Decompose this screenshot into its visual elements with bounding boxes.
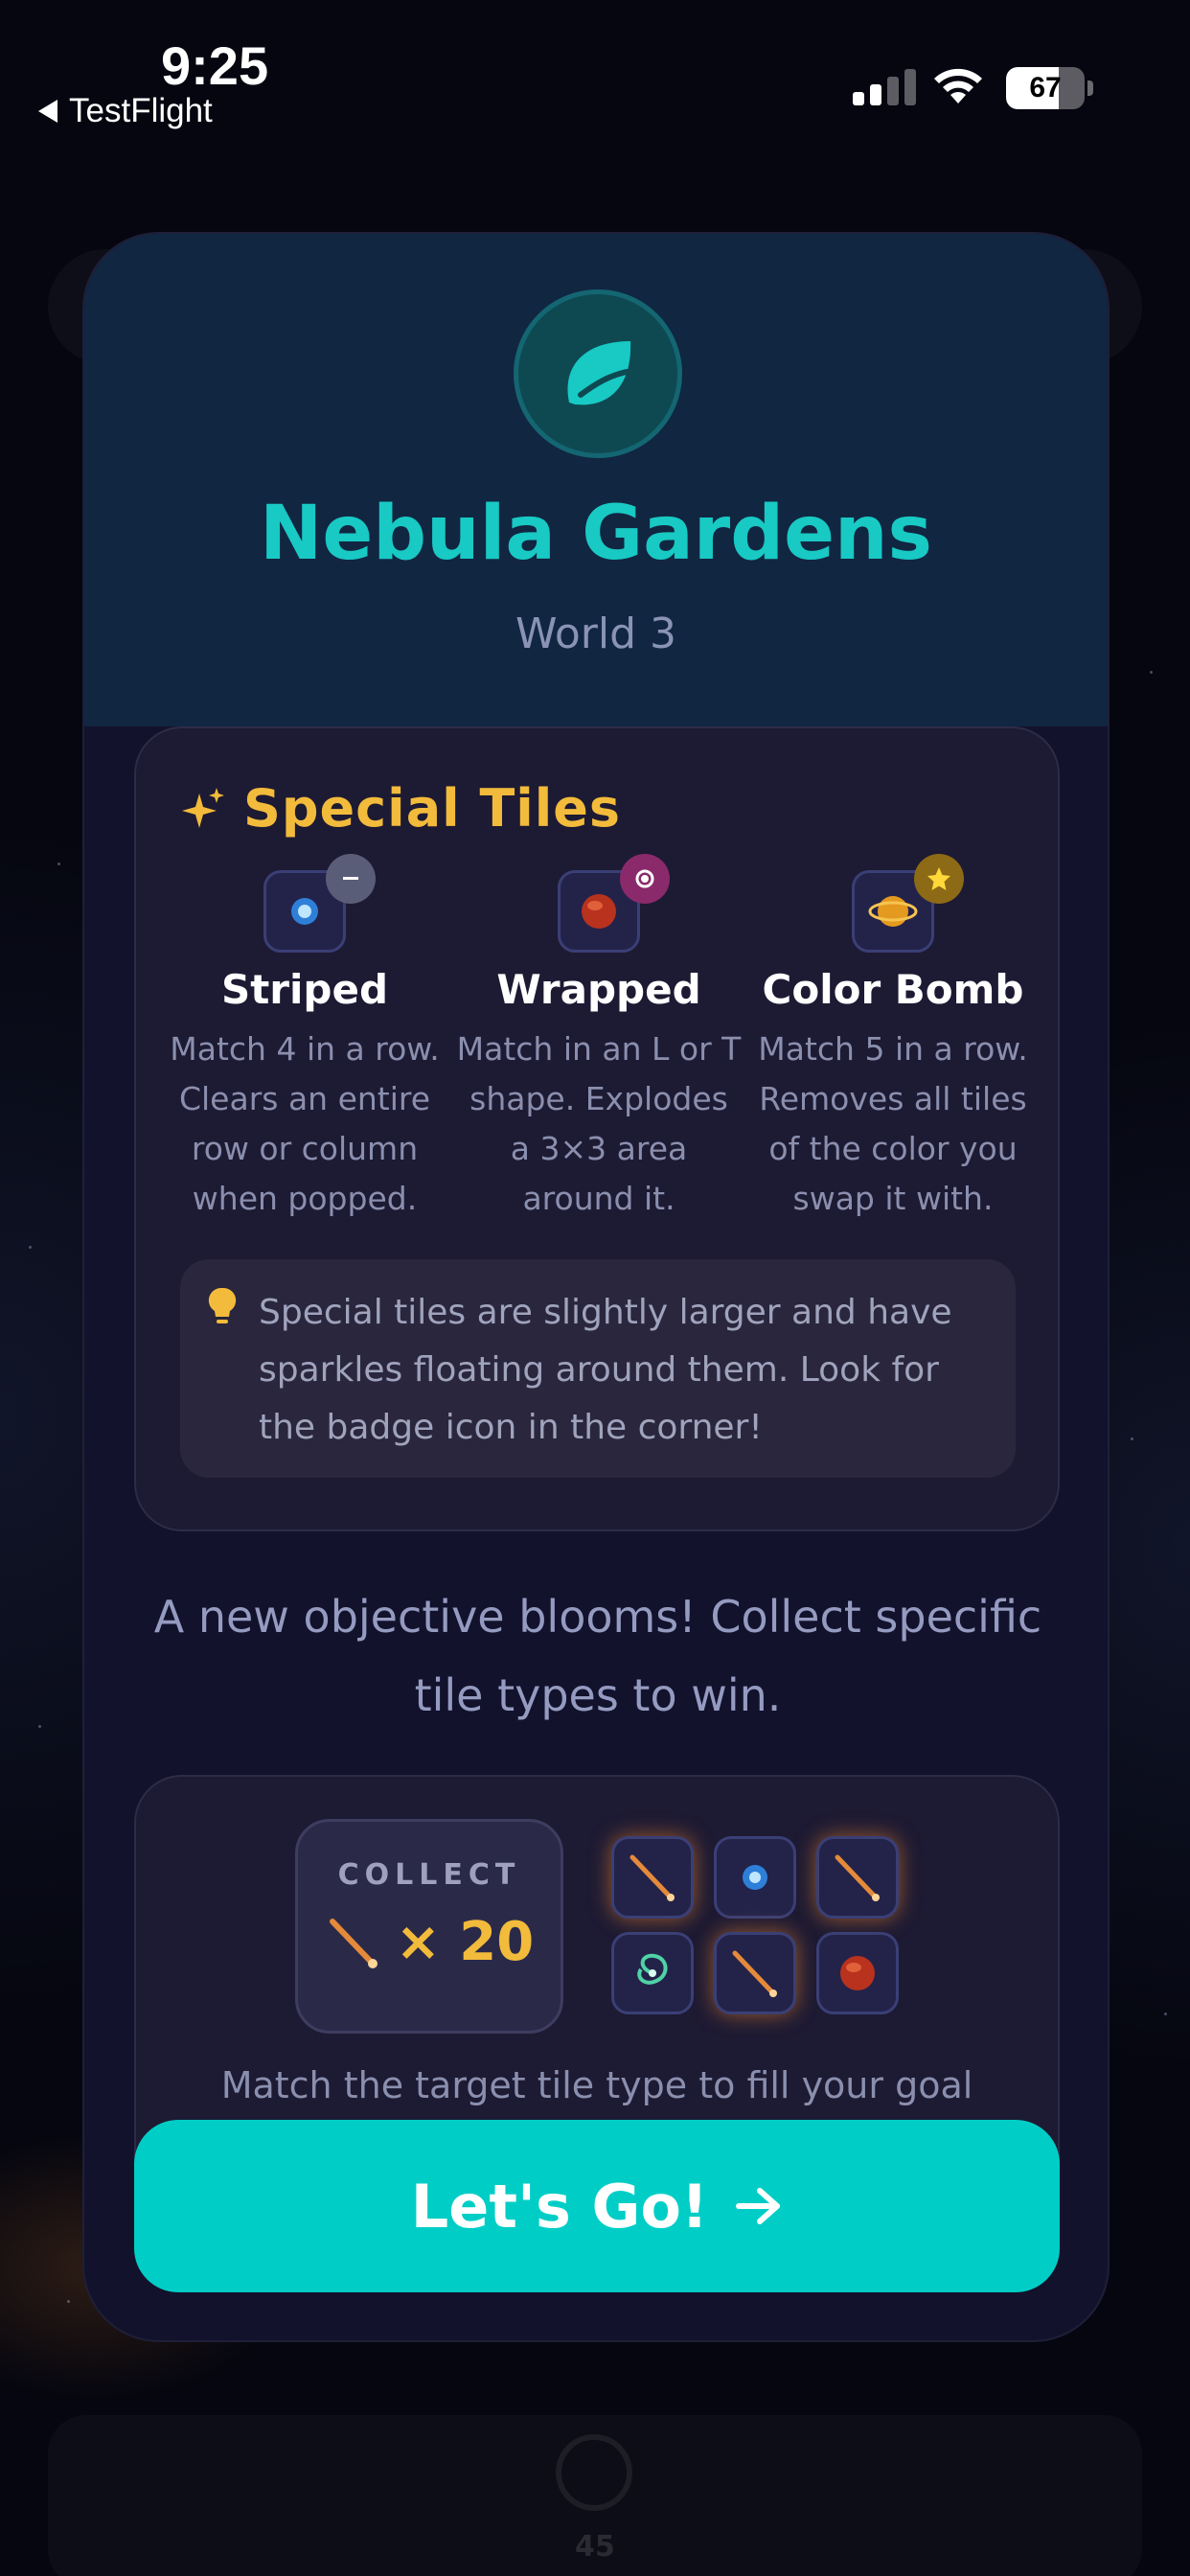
- red-planet-tile-icon: [558, 854, 670, 953]
- background-level-number: 45: [575, 2530, 615, 2564]
- special-tile-wrapped: Wrapped Match in an L or T shape. Explod…: [455, 854, 743, 1224]
- tile-description: Match in an L or T shape. Explodes a 3×3…: [456, 1030, 742, 1217]
- comet-icon: [714, 1932, 796, 2014]
- modal-header: Nebula Gardens World 3: [84, 234, 1108, 726]
- galaxy-icon: [611, 1932, 694, 2014]
- background-level-ring: [556, 2434, 632, 2511]
- tip-box: Special tiles are slightly larger and ha…: [180, 1259, 1016, 1478]
- blue-star-icon: [714, 1836, 796, 1919]
- back-to-app-link[interactable]: TestFlight: [38, 92, 213, 130]
- line-badge-icon: [326, 854, 376, 904]
- tile-name: Striped: [220, 966, 389, 1013]
- blue-star-tile-icon: [263, 854, 376, 953]
- back-triangle-icon: [38, 100, 57, 123]
- back-app-label: TestFlight: [69, 92, 213, 129]
- lets-go-label: Let's Go!: [410, 2171, 709, 2242]
- comet-icon: [816, 1836, 899, 1919]
- ring-badge-icon: [620, 854, 670, 904]
- star-badge-icon: [914, 854, 964, 904]
- special-tile-striped: Striped Match 4 in a row. Clears an enti…: [161, 854, 448, 1224]
- lets-go-button[interactable]: Let's Go!: [134, 2120, 1060, 2292]
- battery-level: 67: [1029, 72, 1062, 104]
- sparkles-icon: [182, 787, 224, 828]
- comet-icon: [611, 1836, 694, 1919]
- special-tile-color-bomb: Color Bomb Match 5 in a row. Removes all…: [749, 854, 1037, 1224]
- world-intro-modal: Nebula Gardens World 3 Special Tiles Str…: [82, 232, 1110, 2342]
- red-planet-icon: [816, 1932, 899, 2014]
- special-tiles-title: Special Tiles: [243, 778, 622, 839]
- collect-count: × 20: [395, 1911, 535, 1973]
- golden-orb-tile-icon: [852, 854, 964, 953]
- status-bar: 9:25 TestFlight 67: [0, 0, 1190, 144]
- tile-description: Match 5 in a row. Removes all tiles of t…: [758, 1030, 1028, 1217]
- special-tiles-card: Special Tiles Striped Match 4 in a row. …: [134, 726, 1060, 1531]
- objective-intro: A new objective blooms! Collect specific…: [153, 1591, 1042, 1721]
- tile-description: Match 4 in a row. Clears an entire row o…: [170, 1030, 440, 1217]
- lightbulb-icon: [208, 1287, 237, 1323]
- tip-text: Special tiles are slightly larger and ha…: [259, 1293, 952, 1447]
- battery-cap: [1087, 80, 1093, 96]
- status-time: 9:25: [161, 35, 269, 96]
- special-tiles-header: Special Tiles: [180, 778, 621, 839]
- cellular-signal-icon: [853, 69, 916, 105]
- wifi-icon: [934, 68, 982, 104]
- leaf-icon: [514, 289, 682, 458]
- modal-scroll-content[interactable]: Special Tiles Striped Match 4 in a row. …: [84, 726, 1108, 2338]
- battery-icon: 67: [1006, 67, 1085, 109]
- world-title: Nebula Gardens: [260, 491, 932, 577]
- arrow-right-icon: [736, 2188, 781, 2224]
- collect-hint: Match the target tile type to fill your …: [220, 2064, 973, 2106]
- collect-target: × 20: [298, 1911, 561, 1973]
- tile-name: Wrapped: [496, 966, 701, 1013]
- collect-goal-box: COLLECT × 20: [295, 1819, 563, 2034]
- comet-icon: [329, 1918, 378, 1968]
- world-subtitle: World 3: [515, 610, 677, 658]
- collect-label: COLLECT: [337, 1858, 521, 1892]
- tile-name: Color Bomb: [762, 966, 1024, 1013]
